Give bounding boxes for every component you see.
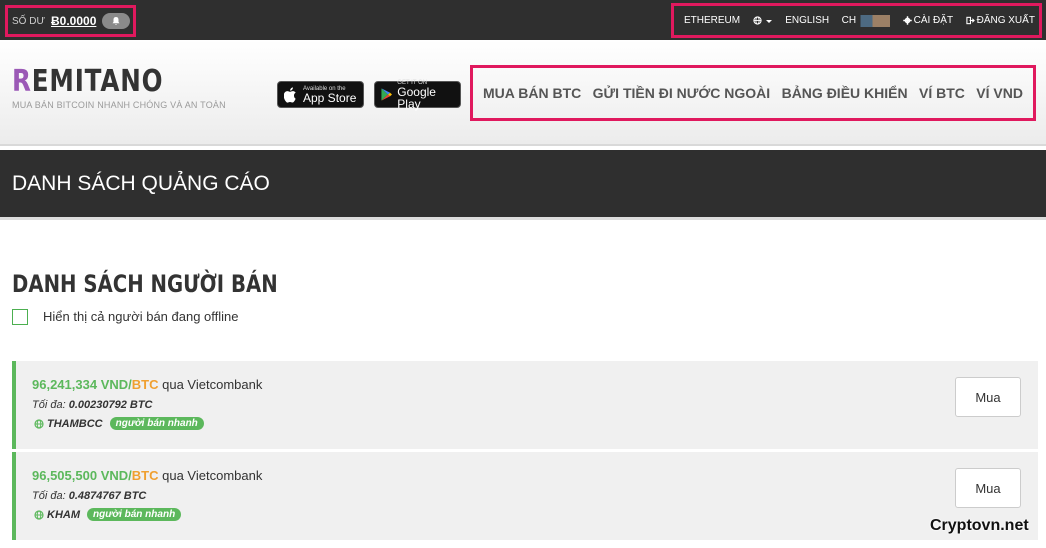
user-name-text: CH [841,15,857,26]
sellers-heading: DANH SÁCH NGƯỜI BÁN [12,270,278,298]
caret-down-icon [765,19,772,23]
nav-btc-wallet[interactable]: VÍ BTC [919,85,965,101]
nav-dashboard[interactable]: BẢNG ĐIỀU KHIỂN [782,85,908,101]
payment-method: qua Vietcombank [162,468,263,483]
nav-vnd-wallet[interactable]: VÍ VND [976,85,1023,101]
google-play-icon [381,88,393,101]
buy-button[interactable]: Mua [955,377,1021,417]
language-dropdown[interactable] [753,16,773,25]
nav-buy-sell-btc[interactable]: MUA BÁN BTC [483,85,581,101]
nav-logout[interactable]: ĐĂNG XUẤT [965,15,1035,26]
app-store-text: App Store [303,90,357,105]
balance-value-link[interactable]: Ƀ0.0000 [51,14,96,28]
buy-button[interactable]: Mua [955,468,1021,508]
top-nav: ETHEREUM ENGLISH CH CÀI ĐẶT ĐĂNG XUẤT [671,3,1042,38]
logout-icon [965,16,975,25]
tagline: MUA BÁN BITCOIN NHANH CHÓNG VÀ AN TOÀN [12,100,226,110]
seller-info: THAMBCC người bán nhanh [34,417,204,430]
seller-listing: 96,241,334 VND/BTC qua Vietcombank Tối đ… [12,361,1038,449]
settings-label: CÀI ĐẶT [913,15,954,26]
show-offline-checkbox[interactable] [12,309,28,325]
main-nav: MUA BÁN BTC GỬI TIỀN ĐI NƯỚC NGOÀI BẢNG … [470,65,1036,121]
bell-icon [112,17,120,25]
online-globe-icon [34,418,44,429]
redacted-username [858,14,891,27]
online-globe-icon [34,509,44,520]
listing-price: 96,241,334 VND/BTC qua Vietcombank [32,377,263,392]
nav-english[interactable]: ENGLISH [785,15,829,26]
google-play-button[interactable]: GET IT ON Google Play [374,80,461,111]
nav-settings[interactable]: CÀI ĐẶT [902,15,954,26]
listing-limit: Tối đa: 0.00230792 BTC [32,399,153,411]
show-offline-label[interactable]: Hiển thị cả người bán đang offline [43,309,239,324]
apple-icon [284,86,296,103]
seller-name-link[interactable]: KHAM [47,509,80,521]
logout-label: ĐĂNG XUẤT [976,15,1035,26]
balance-label: SỐ DƯ [12,15,45,27]
watermark: Cryptovn.net [930,517,1029,534]
seller-info: KHAM người bán nhanh [34,508,182,521]
fast-seller-badge: người bán nhanh [109,417,204,430]
page-title-band: DANH SÁCH QUẢNG CÁO [0,150,1046,220]
gear-icon [902,16,912,25]
payment-method: qua Vietcombank [162,377,263,392]
notifications-button[interactable] [102,13,131,29]
fast-seller-badge: người bán nhanh [87,508,182,521]
nav-send-money-abroad[interactable]: GỬI TIỀN ĐI NƯỚC NGOÀI [593,85,771,101]
site-header: REMITANO MUA BÁN BITCOIN NHANH CHÓNG VÀ … [0,40,1046,146]
google-play-text: Google Play [397,84,436,111]
balance-area: SỐ DƯ Ƀ0.0000 [5,5,136,37]
remitano-logo[interactable]: REMITANO [12,64,163,99]
seller-name-link[interactable]: THAMBCC [47,418,103,430]
top-bar: SỐ DƯ Ƀ0.0000 ETHEREUM ENGLISH CH CÀI ĐẶ… [0,0,1046,40]
app-store-button[interactable]: Available on the App Store [277,81,364,108]
nav-user[interactable]: CH [841,14,891,27]
page-title: DANH SÁCH QUẢNG CÁO [12,172,270,195]
nav-ethereum[interactable]: ETHEREUM [684,15,740,26]
listing-price: 96,505,500 VND/BTC qua Vietcombank [32,468,263,483]
seller-listing: 96,505,500 VND/BTC qua Vietcombank Tối đ… [12,452,1038,540]
globe-icon [753,16,762,25]
listing-limit: Tối đa: 0.4874767 BTC [32,490,147,502]
